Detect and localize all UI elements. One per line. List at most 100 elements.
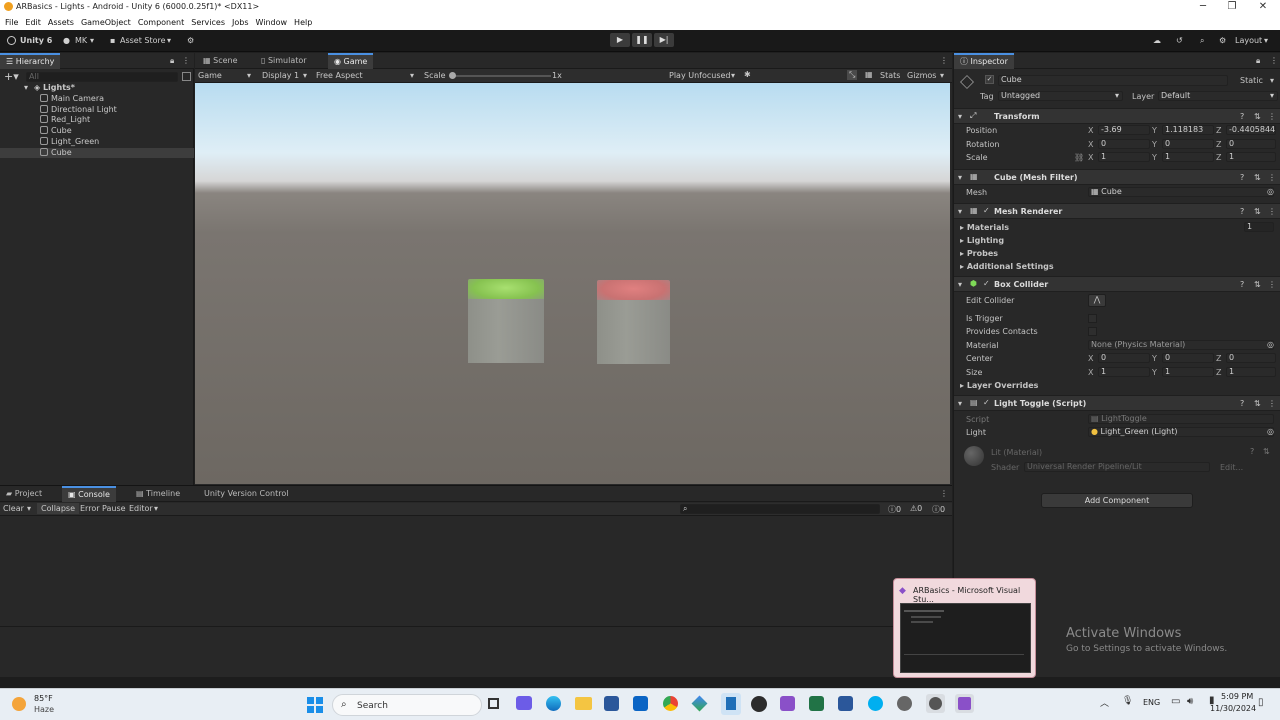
task-view-icon[interactable] [488,698,499,709]
hierarchy-item[interactable]: Cube [0,147,194,158]
mesh-field[interactable]: ▦ Cube [1088,187,1274,197]
box-collider-header[interactable]: ▾ ⬢ ✓ Box Collider ? ⇅ ⋮ [954,276,1280,292]
collider-material-field[interactable]: None (Physics Material) [1088,340,1274,350]
unity-editor-taskbar-icon[interactable] [926,694,945,713]
object-name-field[interactable]: Cube [998,75,1228,86]
help-icon[interactable]: ? [1240,280,1244,289]
search-filter-icon[interactable] [182,72,191,81]
rotation-z-field[interactable]: 0 [1226,138,1276,149]
visual-studio-thumbnail[interactable] [900,603,1031,673]
teams-chat-icon[interactable] [516,696,532,710]
center-y-field[interactable]: 0 [1162,353,1214,363]
rotation-y-field[interactable]: 0 [1162,138,1214,149]
expand-arrow-icon[interactable]: ▾ [958,207,962,216]
tab-console[interactable]: ▣ Console [62,486,116,502]
size-z-field[interactable]: 1 [1226,366,1276,377]
settings-icon[interactable]: ⚙ [1219,36,1226,45]
unity-version-label[interactable]: Unity 6 [20,36,52,45]
constrain-proportions-icon[interactable]: ⛓ [1074,153,1084,162]
clock-date[interactable]: 11/30/2024 [1210,704,1256,713]
store-icon[interactable] [604,696,619,711]
hierarchy-item[interactable]: Directional Light [0,104,194,115]
center-z-field[interactable]: 0 [1226,353,1276,363]
outlook-icon[interactable] [633,696,648,711]
tab-project[interactable]: ▰ Project [0,486,48,502]
expand-arrow-icon[interactable]: ▾ [24,83,28,93]
pause-button[interactable]: ❚❚ [632,33,652,47]
hierarchy-search-input[interactable]: All [26,72,178,82]
mesh-filter-header[interactable]: ▾ ▦ Cube (Mesh Filter) ? ⇅ ⋮ [954,169,1280,185]
visual-studio-taskbar-icon[interactable] [780,696,795,711]
tab-hierarchy[interactable]: ☰ Hierarchy [0,53,61,69]
position-z-field[interactable]: -0.4405844 [1226,125,1276,135]
mute-audio-icon[interactable]: ✱ [744,70,751,79]
play-mode-dropdown[interactable]: Play Unfocused [669,71,731,80]
expand-arrow-icon[interactable]: ▾ [958,112,962,121]
game-view-dropdown[interactable]: Game [198,71,222,80]
active-checkbox[interactable]: ✓ [985,75,994,84]
materials-foldout[interactable]: ▸ Materials [960,223,1009,232]
tab-simulator[interactable]: ▯ Simulator [255,53,313,69]
menu-gameobject[interactable]: GameObject [81,18,131,27]
tab-game[interactable]: ◉ Game [328,53,374,69]
account-icon[interactable]: ● [63,36,70,45]
chevron-down-icon[interactable]: ▾ [1270,76,1274,85]
scale-x-field[interactable]: 1 [1098,152,1150,162]
help-icon[interactable]: ? [1250,447,1254,456]
taskbar-search-box[interactable]: ⌕ Search [332,694,482,716]
preset-icon[interactable]: ⇅ [1254,280,1261,289]
help-icon[interactable]: ? [1240,399,1244,408]
stats-button[interactable]: Stats [880,71,900,80]
editor-dropdown[interactable]: Editor [129,504,153,513]
scene-root[interactable]: ▾ ◈ Lights* [0,83,194,93]
more-icon[interactable]: ⋮ [1268,399,1276,408]
tab-version-control[interactable]: Unity Version Control [198,486,294,502]
transform-header[interactable]: ▾ ⤢ Transform ? ⇅ ⋮ [954,108,1280,124]
chevron-down-icon[interactable]: ▾ [27,504,31,513]
tab-scene[interactable]: ▦ Scene [197,53,244,69]
chrome-icon[interactable] [663,696,678,711]
menu-file[interactable]: File [5,18,18,27]
cloud-build-icon[interactable]: ⚙ [187,36,194,45]
game-viewport[interactable] [195,83,950,484]
asset-store-button[interactable]: Asset Store [120,36,166,45]
more-icon[interactable]: ⋮ [940,56,948,65]
tag-dropdown[interactable]: Untagged ▾ [998,91,1123,101]
object-picker-icon[interactable]: ◎ [1267,187,1274,196]
error-count[interactable]: ⓘ0 [932,504,945,515]
lock-icon[interactable]: 🔒︎ [170,56,174,66]
drive-icon[interactable] [691,695,708,712]
search-icon[interactable]: ⌕ [1200,36,1204,46]
network-icon[interactable]: ▭ [1171,696,1180,707]
layer-dropdown[interactable]: Default ▾ [1158,91,1278,101]
volume-icon[interactable]: 🔊︎ [1187,696,1193,707]
layer-overrides-foldout[interactable]: ▸ Layer Overrides [960,381,1038,390]
maximize-button[interactable]: ❐ [1217,1,1247,12]
console-search-input[interactable]: ⌕ [680,504,880,514]
unity-hub-icon[interactable] [897,696,912,711]
file-explorer-icon[interactable] [575,697,592,710]
additional-settings-foldout[interactable]: ▸ Additional Settings [960,262,1054,271]
language-indicator[interactable]: ENG [1143,698,1160,707]
github-icon[interactable] [751,696,767,712]
notification-bell-icon[interactable]: ▯ [1258,697,1264,708]
materials-count[interactable]: 1 [1244,222,1274,232]
menu-jobs[interactable]: Jobs [232,18,249,27]
windows-start-icon[interactable] [307,697,323,713]
warning-count[interactable]: ⚠0 [910,504,922,513]
object-picker-icon[interactable]: ◎ [1267,340,1274,349]
cloud-icon[interactable]: ☁ [1153,36,1161,45]
aspect-dropdown[interactable]: Free Aspect [316,71,363,80]
scale-y-field[interactable]: 1 [1162,152,1214,162]
weather-desc[interactable]: Haze [34,705,54,714]
clear-button[interactable]: Clear [3,504,24,513]
chevron-up-icon[interactable]: ︿ [1100,696,1109,709]
size-x-field[interactable]: 1 [1098,366,1150,377]
more-icon[interactable]: ⋮ [1268,112,1276,121]
preset-icon[interactable]: ⇅ [1263,447,1270,456]
more-icon[interactable]: ⋮ [940,489,948,498]
tab-inspector[interactable]: ⓘ Inspector [954,53,1014,69]
expand-arrow-icon[interactable]: ▾ [958,173,962,182]
error-pause-button[interactable]: Error Pause [80,504,126,513]
object-picker-icon[interactable]: ◎ [1267,427,1274,436]
